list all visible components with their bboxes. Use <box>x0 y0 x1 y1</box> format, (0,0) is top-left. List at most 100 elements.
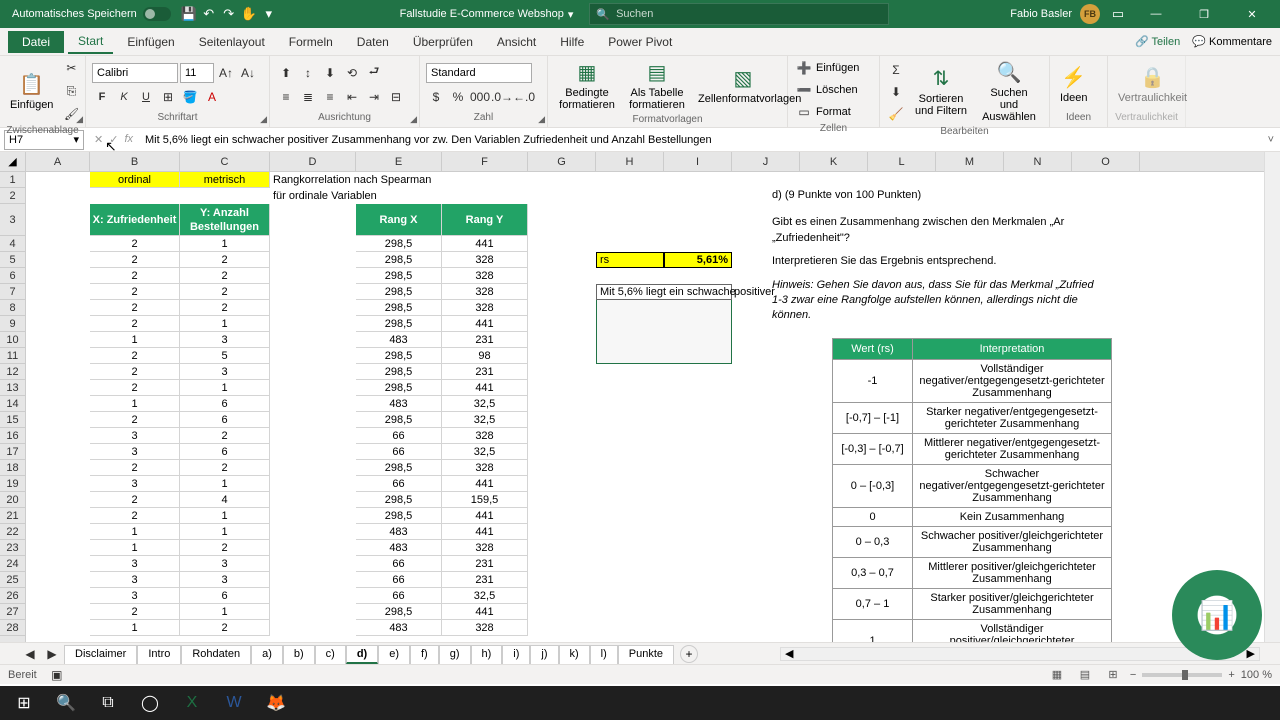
zoom-level[interactable]: 100 % <box>1241 669 1272 681</box>
sheet-tab[interactable]: Intro <box>137 645 181 664</box>
row-headers[interactable]: 1234567891011121314151617181920212223242… <box>0 172 26 642</box>
sheet-tab[interactable]: d) <box>346 645 378 664</box>
decrease-font-icon[interactable]: A↓ <box>238 63 258 83</box>
cortana-icon[interactable]: ◯ <box>130 686 170 720</box>
row-header[interactable]: 24 <box>0 556 25 572</box>
cell[interactable]: 32,5 <box>442 588 528 604</box>
cell[interactable]: 1 <box>90 620 180 636</box>
cell[interactable]: 5 <box>180 348 270 364</box>
find-select-button[interactable]: 🔍Suchen und Auswählen <box>976 58 1042 125</box>
cell[interactable]: 3 <box>90 556 180 572</box>
search-taskbar-icon[interactable]: 🔍 <box>46 686 86 720</box>
cell[interactable]: ordinal <box>90 172 180 188</box>
ideas-button[interactable]: ⚡Ideen <box>1056 63 1092 106</box>
cell[interactable]: 66 <box>356 588 442 604</box>
cancel-formula-icon[interactable]: ✕ <box>94 133 103 146</box>
cell[interactable]: 298,5 <box>356 316 442 332</box>
view-normal-icon[interactable]: ▦ <box>1046 666 1068 684</box>
cell[interactable]: 298,5 <box>356 508 442 524</box>
redo-icon[interactable]: ↷ <box>219 4 239 24</box>
paste-button[interactable]: 📋Einfügen <box>6 70 57 113</box>
row-header[interactable]: 28 <box>0 620 25 636</box>
align-bottom-icon[interactable]: ⬇ <box>320 63 340 83</box>
align-middle-icon[interactable]: ↕ <box>298 63 318 83</box>
search-box[interactable]: 🔍 Suchen <box>589 3 889 25</box>
row-header[interactable]: 3 <box>0 204 25 236</box>
font-size-combo[interactable]: 11 <box>180 63 214 83</box>
tab-insert[interactable]: Einfügen <box>117 31 184 53</box>
cell[interactable]: 231 <box>442 364 528 380</box>
cell[interactable]: rs <box>596 252 664 268</box>
cell[interactable]: 1 <box>180 380 270 396</box>
dec-dec-icon[interactable]: ←.0 <box>514 87 534 107</box>
cell[interactable]: 4 <box>180 492 270 508</box>
row-header[interactable]: 9 <box>0 316 25 332</box>
cell[interactable]: 298,5 <box>356 492 442 508</box>
cell[interactable]: 1 <box>90 540 180 556</box>
percent-icon[interactable]: % <box>448 87 468 107</box>
touch-icon[interactable]: ✋ <box>239 4 259 24</box>
cell[interactable]: Mit 5,6% liegt ein schwache <box>596 284 732 300</box>
cell[interactable]: 2 <box>180 620 270 636</box>
cell[interactable]: 6 <box>180 396 270 412</box>
row-header[interactable]: 23 <box>0 540 25 556</box>
sheet-tab[interactable]: h) <box>471 645 503 664</box>
sheet-tab[interactable]: k) <box>559 645 590 664</box>
cell[interactable]: 298,5 <box>356 284 442 300</box>
cell[interactable]: Rang X <box>356 204 442 236</box>
cell[interactable]: 2 <box>180 300 270 316</box>
row-header[interactable]: 7 <box>0 284 25 300</box>
more-icon[interactable]: ▾ <box>259 4 279 24</box>
col-header[interactable]: B <box>90 152 180 171</box>
view-layout-icon[interactable]: ▤ <box>1074 666 1096 684</box>
excel-taskbar-icon[interactable]: X <box>172 686 212 720</box>
row-header[interactable]: 8 <box>0 300 25 316</box>
cell[interactable]: 298,5 <box>356 236 442 252</box>
clipboard-launcher-icon[interactable]: ◢ <box>76 114 83 125</box>
cell[interactable]: 328 <box>442 620 528 636</box>
number-launcher-icon[interactable]: ◢ <box>538 114 545 125</box>
col-header[interactable]: E <box>356 152 442 171</box>
font-color-icon[interactable]: A <box>202 87 222 107</box>
tab-view[interactable]: Ansicht <box>487 31 546 53</box>
cell[interactable]: 1 <box>180 236 270 252</box>
sheet-tab[interactable]: g) <box>439 645 471 664</box>
comments-button[interactable]: 💬 Kommentare <box>1192 35 1272 48</box>
cell[interactable]: 231 <box>442 332 528 348</box>
cell[interactable]: 32,5 <box>442 412 528 428</box>
cell[interactable]: 328 <box>442 284 528 300</box>
cell[interactable]: 1 <box>180 508 270 524</box>
cell[interactable]: 298,5 <box>356 252 442 268</box>
font-launcher-icon[interactable]: ◢ <box>260 114 267 125</box>
cell[interactable]: 2 <box>180 284 270 300</box>
cell[interactable]: 298,5 <box>356 348 442 364</box>
cell[interactable]: 3 <box>180 332 270 348</box>
tab-start[interactable]: Start <box>68 30 113 54</box>
cell[interactable]: 1 <box>180 476 270 492</box>
cell[interactable]: 298,5 <box>356 460 442 476</box>
tab-layout[interactable]: Seitenlayout <box>189 31 275 53</box>
cell[interactable]: 2 <box>90 604 180 620</box>
row-header[interactable]: 20 <box>0 492 25 508</box>
cell[interactable]: 2 <box>90 268 180 284</box>
cell[interactable]: 3 <box>90 428 180 444</box>
fill-color-icon[interactable]: 🪣 <box>180 87 200 107</box>
cell[interactable]: 66 <box>356 428 442 444</box>
clear-icon[interactable]: 🧹 <box>886 104 906 124</box>
cell[interactable]: 231 <box>442 572 528 588</box>
row-header[interactable]: 14 <box>0 396 25 412</box>
cell[interactable]: 1 <box>90 332 180 348</box>
row-header[interactable]: 1 <box>0 172 25 188</box>
cell[interactable]: 2 <box>180 540 270 556</box>
cell[interactable]: 328 <box>442 252 528 268</box>
cell[interactable]: Rangkorrelation nach Spearman <box>270 172 510 188</box>
borders-icon[interactable]: ⊞ <box>158 87 178 107</box>
increase-font-icon[interactable]: A↑ <box>216 63 236 83</box>
cell[interactable]: 3 <box>90 572 180 588</box>
cell[interactable]: 298,5 <box>356 380 442 396</box>
col-header[interactable]: H <box>596 152 664 171</box>
cell[interactable]: 6 <box>180 412 270 428</box>
zoom-slider[interactable] <box>1142 673 1222 677</box>
row-header[interactable]: 15 <box>0 412 25 428</box>
cell[interactable]: X: Zufriedenheit <box>90 204 180 236</box>
